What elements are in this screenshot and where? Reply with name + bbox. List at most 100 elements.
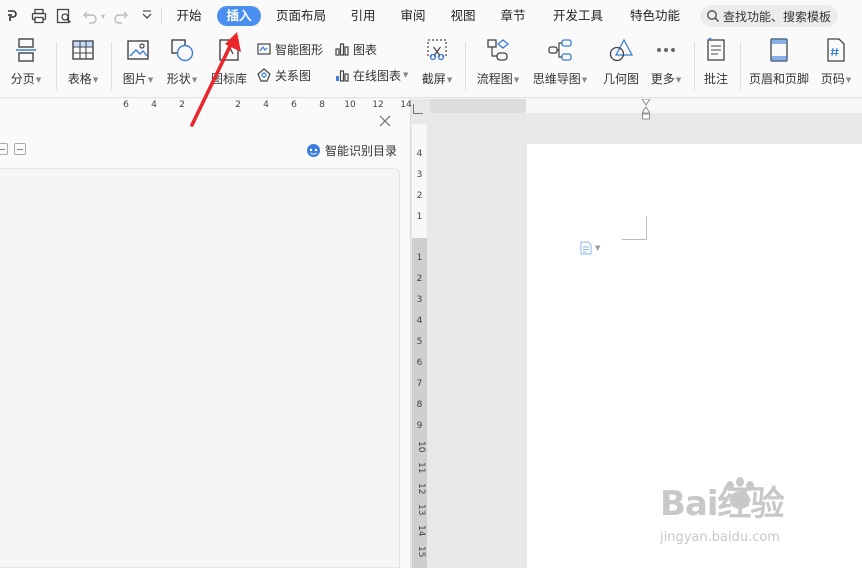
relation-chart-button[interactable]: 关系图 <box>256 66 311 84</box>
smart-toc-button[interactable]: 智能识别目录 <box>306 142 397 158</box>
flowchart-label: 流程图 <box>476 72 513 86</box>
table-icon <box>69 36 97 64</box>
chart-button[interactable]: 图表 <box>334 40 377 58</box>
ruler-tick-label: 14 <box>416 525 426 537</box>
smart-shape-button[interactable]: 智能图形 <box>256 40 323 58</box>
screenshot-label: 截屏 <box>421 72 446 86</box>
comment-label: 批注 <box>703 72 728 86</box>
ruler-tick-label: 1 <box>416 212 423 222</box>
ruler-tick-label: 3 <box>416 295 423 305</box>
ruler-tick-label: 2 <box>416 274 423 284</box>
ruler-tick-label: 11 <box>416 462 426 474</box>
relation-chart-label: 关系图 <box>275 68 312 83</box>
ribbon-divider <box>694 42 695 90</box>
online-chart-icon <box>336 70 349 82</box>
geometry-button[interactable]: 几何图 <box>601 36 641 92</box>
tab-stop-selector[interactable] <box>413 104 423 114</box>
chevron-down-icon: ▼ <box>595 244 601 252</box>
search-input[interactable]: 查找功能、搜索模板 <box>700 5 838 27</box>
indent-marker[interactable] <box>641 98 651 121</box>
smart-shape-icon <box>257 43 271 55</box>
toc-list-area[interactable] <box>0 168 400 568</box>
chevron-down-icon: ▼ <box>446 75 453 84</box>
tab-references[interactable]: 引用 <box>344 6 382 26</box>
undo-dropdown-icon[interactable]: ▾ <box>99 8 107 24</box>
chevron-down-icon: ▼ <box>35 75 42 84</box>
page-number-label: 页码 <box>820 72 845 86</box>
relation-chart-icon <box>257 68 271 82</box>
paragraph-layout-button[interactable]: ▼ <box>580 241 606 255</box>
comment-icon <box>702 36 730 64</box>
more-label: 更多 <box>650 72 675 86</box>
ruler-tick-label: 5 <box>416 337 423 347</box>
mindmap-label: 思维导图 <box>532 72 581 86</box>
ribbon-divider <box>465 42 466 90</box>
ruler-tick-label: 14 <box>400 100 412 110</box>
baidu-watermark: Bai经验 jingyan.baidu.com <box>660 476 840 552</box>
geometry-label: 几何图 <box>602 72 639 86</box>
print-icon[interactable] <box>30 8 48 24</box>
collapse-icon[interactable] <box>0 143 8 155</box>
more-dots-icon <box>652 36 680 64</box>
watermark-url: jingyan.baidu.com <box>660 530 780 545</box>
ruler-tick-label: 10 <box>344 100 356 110</box>
chevron-down-icon: ▼ <box>403 71 409 79</box>
chart-icon <box>335 43 349 56</box>
tab-developer-tools[interactable]: 开发工具 <box>548 6 608 26</box>
ruler-tick-label: 3 <box>416 170 423 180</box>
picture-button[interactable]: 图片▼ <box>117 36 159 92</box>
document-icon <box>580 241 592 255</box>
header-footer-button[interactable]: 页眉和页脚 <box>746 36 812 92</box>
comment-button[interactable]: 批注 <box>700 36 732 92</box>
table-button[interactable]: 表格▼ <box>62 36 104 92</box>
online-chart-button[interactable]: 在线图表 ▼ <box>334 66 408 84</box>
chevron-down-icon: ▼ <box>92 75 99 84</box>
more-button[interactable]: 更多▼ <box>646 36 686 92</box>
header-footer-label: 页眉和页脚 <box>748 72 809 86</box>
mindmap-icon <box>546 36 574 64</box>
chevron-down-icon: ▼ <box>675 75 682 84</box>
more-dropdown-icon[interactable] <box>141 8 153 24</box>
ruler-tick-label: 9 <box>416 421 423 431</box>
page-break-label: 分页 <box>10 72 35 86</box>
screenshot-button[interactable]: 截屏▼ <box>418 36 456 92</box>
tab-home[interactable]: 开始 <box>170 6 208 26</box>
ruler-tick-label: 15 <box>416 546 426 558</box>
flowchart-button[interactable]: 流程图▼ <box>474 36 522 92</box>
close-icon[interactable] <box>378 113 392 127</box>
ribbon-divider <box>111 42 112 90</box>
ruler-tick-label: 6 <box>291 100 297 110</box>
ruler-tick-label: 12 <box>416 483 426 495</box>
chevron-down-icon: ▼ <box>845 75 852 84</box>
margin-corner-mark <box>622 216 647 240</box>
tab-review[interactable]: 审阅 <box>394 6 432 26</box>
redo-icon[interactable] <box>113 8 129 24</box>
page-break-button[interactable]: 分页▼ <box>6 36 46 92</box>
tab-view[interactable]: 视图 <box>444 6 482 26</box>
tab-insert[interactable]: 插入 <box>217 6 261 26</box>
menu-tab-bar: ▾ 开始 插入 页面布局 引用 审阅 视图 章节 开发工具 特色功能 查找功能、… <box>0 0 862 32</box>
collapse-all-icon[interactable] <box>14 143 26 155</box>
table-label: 表格 <box>67 72 92 86</box>
header-footer-icon <box>765 36 793 64</box>
flowchart-icon <box>484 36 512 64</box>
print-preview-icon[interactable] <box>55 8 73 24</box>
ruler-tick-label: 1 <box>416 253 423 263</box>
tab-page-layout[interactable]: 页面布局 <box>272 6 330 26</box>
ruler-tick-label: 6 <box>416 358 423 368</box>
search-placeholder: 查找功能、搜索模板 <box>723 9 832 24</box>
tab-chapter[interactable]: 章节 <box>494 6 532 26</box>
picture-label: 图片 <box>122 72 147 86</box>
search-icon <box>707 10 720 23</box>
page-number-button[interactable]: 页码▼ <box>816 36 856 92</box>
tab-special-features[interactable]: 特色功能 <box>624 6 686 26</box>
online-chart-label: 在线图表 <box>353 68 402 83</box>
page-number-icon <box>822 36 850 64</box>
mindmap-button[interactable]: 思维导图▼ <box>530 36 590 92</box>
vertical-ruler[interactable]: 4 3 2 1 1 2 3 4 5 6 7 8 9 10 11 12 13 14 15 <box>412 124 427 568</box>
ruler-tick-label: 13 <box>416 504 426 516</box>
ribbon-divider <box>740 42 741 90</box>
undo-icon[interactable] <box>82 8 98 24</box>
smart-toc-icon <box>307 143 320 157</box>
wps-logo-icon[interactable] <box>4 8 22 24</box>
